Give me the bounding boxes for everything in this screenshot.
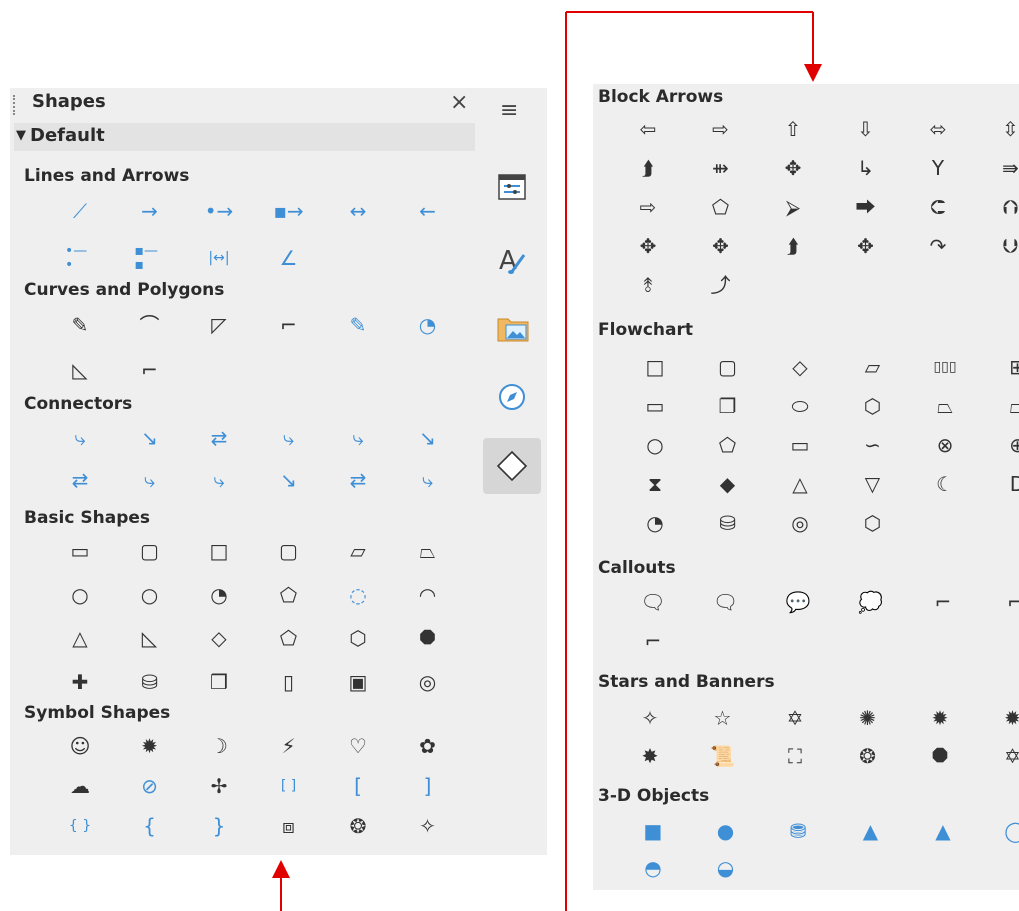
annotation-arrowhead-bottom [272,860,290,878]
annotation-arrow-bracket [565,11,814,911]
annotation-arrowhead-top [804,64,822,82]
annotation-arrows [272,11,822,911]
